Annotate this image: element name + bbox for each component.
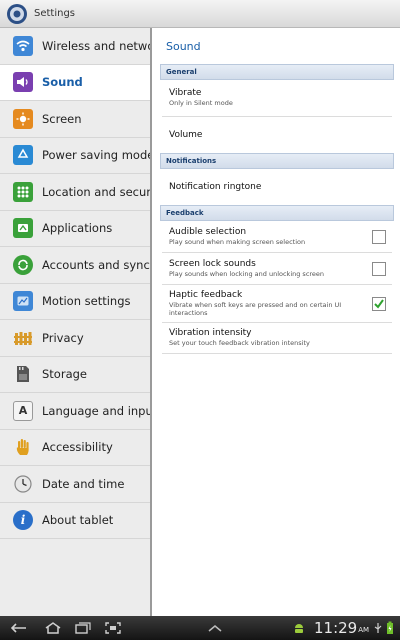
setting-row-vibrate[interactable]: Vibrate Only in Silent mode <box>162 80 392 117</box>
sidebar-item-accessibility[interactable]: Accessibility <box>0 430 150 466</box>
recent-apps-button[interactable] <box>72 619 94 637</box>
sound-settings-panel: Sound General Vibrate Only in Silent mod… <box>154 28 400 616</box>
sidebar-item-sound[interactable]: Sound <box>0 64 150 101</box>
system-navigation-bar: 11:29 AM <box>0 616 400 640</box>
sidebar-item-label: Accessibility <box>42 440 113 455</box>
sidebar-item-label: Sound <box>42 75 83 90</box>
setting-summary: Play sound when making screen selection <box>169 237 306 246</box>
hand-icon <box>13 437 33 457</box>
info-icon: i <box>13 510 33 531</box>
setting-summary: Only in Silent mode <box>169 99 233 108</box>
sidebar-item-label: Location and security <box>42 184 150 199</box>
home-button[interactable] <box>42 619 64 637</box>
haptic-feedback-checkbox[interactable] <box>372 296 386 311</box>
wifi-icon <box>13 35 33 56</box>
setting-title: Vibrate <box>169 88 202 99</box>
sidebar-item-about-tablet[interactable]: i About tablet <box>0 503 150 539</box>
setting-title: Screen lock sounds <box>169 258 256 269</box>
recycle-icon <box>13 145 33 166</box>
setting-summary: Play sounds when locking and unlocking s… <box>169 269 325 278</box>
sidebar-item-motion[interactable]: Motion settings <box>0 284 150 320</box>
sidebar-item-label: Wireless and networks <box>42 38 150 53</box>
battery-charging-icon <box>384 619 396 637</box>
usb-icon <box>372 619 384 637</box>
sidebar-item-wireless[interactable]: Wireless and networks <box>0 28 150 65</box>
setting-row-audible-selection[interactable]: Audible selection Play sound when making… <box>162 221 392 253</box>
settings-gear-icon <box>7 3 27 24</box>
status-clock: 11:29 <box>314 619 358 637</box>
setting-title: Haptic feedback <box>169 289 243 300</box>
sidebar-item-location-security[interactable]: Location and security <box>0 174 150 211</box>
sidebar-item-applications[interactable]: Applications <box>0 211 150 247</box>
applications-icon <box>13 218 33 239</box>
audible-selection-checkbox[interactable] <box>372 229 386 244</box>
setting-row-screen-lock-sounds[interactable]: Screen lock sounds Play sounds when lock… <box>162 253 392 285</box>
sidebar-item-storage[interactable]: Storage <box>0 357 150 393</box>
sidebar-item-label: Language and input <box>42 403 150 418</box>
sidebar-item-date-time[interactable]: Date and time <box>0 466 150 503</box>
setting-row-volume[interactable]: Volume <box>162 117 392 153</box>
grid-icon <box>13 181 33 202</box>
motion-icon <box>13 291 33 312</box>
app-title: Settings <box>34 8 76 19</box>
sidebar-item-label: Date and time <box>42 476 125 491</box>
setting-summary: Vibrate when soft keys are pressed and o… <box>169 300 342 317</box>
screen-lock-sounds-checkbox[interactable] <box>372 261 386 276</box>
setting-title: Vibration intensity <box>169 328 252 339</box>
sidebar-item-label: Motion settings <box>42 294 131 309</box>
setting-title: Audible selection <box>169 226 247 237</box>
section-header-general: General <box>160 64 394 80</box>
setting-row-vibration-intensity[interactable]: Vibration intensity Set your touch feedb… <box>162 323 392 354</box>
setting-row-notification-ringtone[interactable]: Notification ringtone <box>162 169 392 205</box>
sidebar-item-label: Privacy <box>42 330 84 345</box>
sidebar-item-label: Applications <box>42 221 113 236</box>
sync-icon <box>13 254 33 275</box>
sidebar-item-label: Screen <box>42 111 82 126</box>
setting-row-haptic-feedback[interactable]: Haptic feedback Vibrate when soft keys a… <box>162 285 392 323</box>
screenshot-button[interactable] <box>102 619 124 637</box>
sidebar-item-label: About tablet <box>42 513 114 528</box>
sd-card-icon <box>13 364 33 384</box>
chevron-up-icon[interactable] <box>204 619 226 637</box>
sidebar-item-label: Power saving mode <box>42 148 150 163</box>
setting-title: Notification ringtone <box>169 182 262 192</box>
keyboard-a-icon: A <box>13 400 33 421</box>
page-title: Sound <box>166 39 201 53</box>
title-bar: Settings <box>0 0 400 28</box>
sidebar-item-accounts-sync[interactable]: Accounts and sync <box>0 247 150 284</box>
setting-summary: Set your touch feedback vibration intens… <box>169 339 310 348</box>
setting-title: Volume <box>169 130 203 140</box>
brightness-icon <box>13 108 33 129</box>
sidebar-item-label: Accounts and sync <box>42 257 150 272</box>
section-header-notifications: Notifications <box>160 153 394 169</box>
sidebar-item-screen[interactable]: Screen <box>0 101 150 138</box>
sidebar-item-label: Storage <box>42 367 87 382</box>
sidebar-item-language-input[interactable]: A Language and input <box>0 393 150 430</box>
android-debug-icon <box>288 619 310 637</box>
section-header-feedback: Feedback <box>160 205 394 221</box>
settings-sidebar: Wireless and networks Sound Screen Power… <box>0 28 152 616</box>
privacy-fence-icon <box>13 328 33 348</box>
sidebar-item-privacy[interactable]: Privacy <box>0 320 150 357</box>
status-ampm: AM <box>358 626 370 634</box>
speaker-icon <box>13 72 33 93</box>
back-button[interactable] <box>8 619 30 637</box>
sidebar-item-power-saving[interactable]: Power saving mode <box>0 138 150 174</box>
clock-icon <box>13 474 33 494</box>
